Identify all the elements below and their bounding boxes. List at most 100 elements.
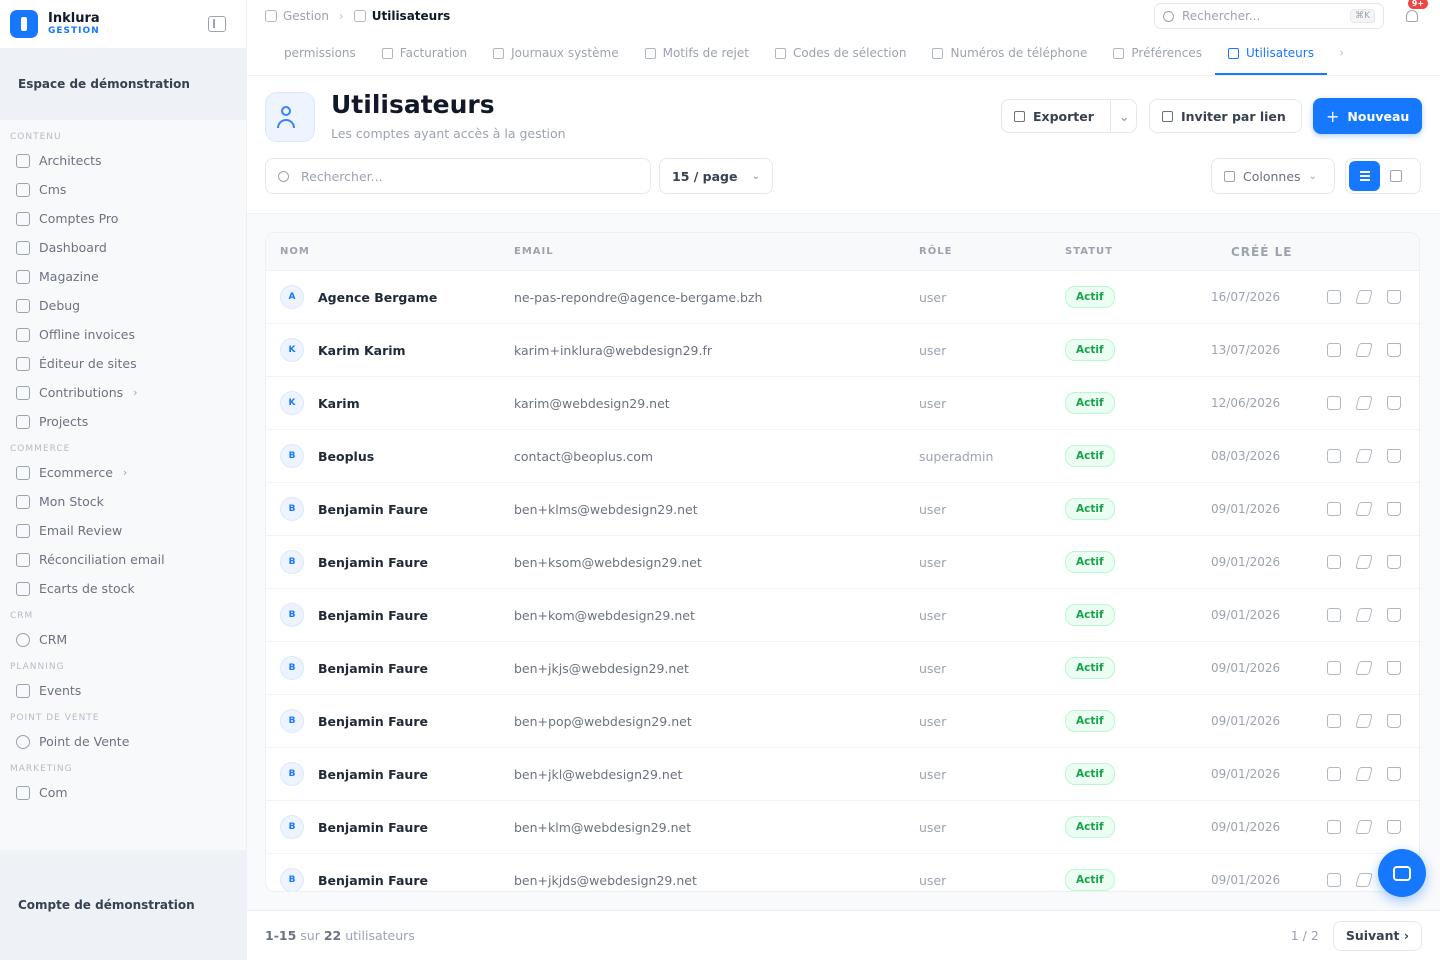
- per-page-select[interactable]: 15 / page ⌄: [659, 158, 773, 194]
- table-row[interactable]: B Benjamin Faure ben+klms@webdesign29.net u…: [266, 483, 1419, 536]
- tab[interactable]: Utilisateurs: [1214, 32, 1327, 75]
- table-row[interactable]: B Benjamin Faure ben+jkjs@webdesign29.net u…: [266, 642, 1419, 695]
- chat-button[interactable]: [1378, 849, 1426, 897]
- tab[interactable]: permissions: [271, 32, 369, 75]
- sidebar-item[interactable]: Ecarts de stock: [0, 574, 246, 603]
- edit-icon[interactable]: [1355, 661, 1373, 675]
- trash-icon[interactable]: [1387, 343, 1401, 357]
- impersonate-icon[interactable]: [1327, 396, 1341, 410]
- sidebar-item[interactable]: Éditeur de sites: [0, 349, 246, 378]
- edit-icon[interactable]: [1355, 820, 1373, 834]
- invite-link-button[interactable]: Inviter par lien: [1149, 99, 1302, 133]
- edit-icon[interactable]: [1355, 714, 1373, 728]
- sidebar-item[interactable]: Point de Vente: [0, 727, 246, 756]
- edit-icon[interactable]: [1355, 449, 1373, 463]
- trash-icon[interactable]: [1387, 396, 1401, 410]
- export-button[interactable]: Exporter: [1001, 99, 1111, 133]
- next-page-button[interactable]: Suivant ›: [1332, 920, 1422, 951]
- sidebar-item[interactable]: Dashboard: [0, 233, 246, 262]
- workspace-switcher[interactable]: Espace de démonstration: [0, 48, 246, 120]
- impersonate-icon[interactable]: [1327, 661, 1341, 675]
- trash-icon[interactable]: [1387, 714, 1401, 728]
- global-search[interactable]: Rechercher... ⌘K: [1154, 3, 1384, 29]
- sidebar-collapse-icon[interactable]: [208, 16, 226, 32]
- tabs-scroll-right-icon[interactable]: ›: [1327, 32, 1344, 75]
- users-search[interactable]: [265, 158, 651, 194]
- sidebar-item[interactable]: Debug: [0, 291, 246, 320]
- header-created[interactable]: CRÉÉ LE: [1211, 245, 1331, 259]
- trash-icon[interactable]: [1387, 502, 1401, 516]
- impersonate-icon[interactable]: [1327, 873, 1341, 887]
- sidebar-item[interactable]: CRM: [0, 625, 246, 654]
- trash-icon[interactable]: [1387, 661, 1401, 675]
- edit-icon[interactable]: [1355, 608, 1373, 622]
- sidebar-item[interactable]: Ecommerce ›: [0, 458, 246, 487]
- user-name: Benjamin Faure: [318, 554, 428, 570]
- impersonate-icon[interactable]: [1327, 343, 1341, 357]
- sidebar-item[interactable]: Architects: [0, 146, 246, 175]
- trash-icon[interactable]: [1387, 449, 1401, 463]
- table-row[interactable]: K Karim Karim karim+inklura@webdesign29.fr…: [266, 324, 1419, 377]
- sidebar-item[interactable]: Email Review: [0, 516, 246, 545]
- tab[interactable]: Numéros de téléphone: [919, 32, 1100, 75]
- impersonate-icon[interactable]: [1327, 449, 1341, 463]
- tab[interactable]: Codes de sélection: [762, 32, 920, 75]
- sidebar-item[interactable]: Magazine: [0, 262, 246, 291]
- table-row[interactable]: A Agence Bergame ne-pas-repondre@agence-be…: [266, 271, 1419, 324]
- trash-icon[interactable]: [1387, 608, 1401, 622]
- table-row[interactable]: B Benjamin Faure ben+ksom@webdesign29.net u…: [266, 536, 1419, 589]
- trash-icon[interactable]: [1387, 767, 1401, 781]
- export-dropdown-button[interactable]: ⌄: [1111, 99, 1137, 133]
- sidebar-item[interactable]: Réconciliation email: [0, 545, 246, 574]
- header-name[interactable]: NOM: [266, 246, 514, 257]
- sidebar-item[interactable]: Projects: [0, 407, 246, 436]
- trash-icon[interactable]: [1387, 555, 1401, 569]
- header-email[interactable]: EMAIL: [514, 246, 919, 257]
- tab[interactable]: Facturation: [369, 32, 480, 75]
- edit-icon[interactable]: [1355, 555, 1373, 569]
- list-view-button[interactable]: [1349, 161, 1380, 191]
- impersonate-icon[interactable]: [1327, 820, 1341, 834]
- edit-icon[interactable]: [1355, 343, 1373, 357]
- edit-icon[interactable]: [1355, 873, 1373, 887]
- tab[interactable]: Préférences: [1100, 32, 1215, 75]
- brand[interactable]: Inklura GESTION: [0, 0, 246, 48]
- table-row[interactable]: B Benjamin Faure ben+jkl@webdesign29.net us…: [266, 748, 1419, 801]
- impersonate-icon[interactable]: [1327, 714, 1341, 728]
- trash-icon[interactable]: [1387, 820, 1401, 834]
- sidebar-item[interactable]: Offline invoices: [0, 320, 246, 349]
- impersonate-icon[interactable]: [1327, 290, 1341, 304]
- header-status[interactable]: STATUT: [1065, 246, 1211, 257]
- edit-icon[interactable]: [1355, 502, 1373, 516]
- header-role[interactable]: RÔLE: [919, 246, 1065, 257]
- grid-view-button[interactable]: [1380, 161, 1411, 191]
- account-switcher[interactable]: Compte de démonstration: [0, 850, 246, 960]
- new-user-button[interactable]: + Nouveau: [1313, 98, 1422, 134]
- table-row[interactable]: B Benjamin Faure ben+pop@webdesign29.net us…: [266, 695, 1419, 748]
- impersonate-icon[interactable]: [1327, 555, 1341, 569]
- breadcrumb-root[interactable]: Gestion: [283, 9, 329, 23]
- impersonate-icon[interactable]: [1327, 608, 1341, 622]
- table-row[interactable]: K Karim karim@webdesign29.net user Actif 12/0…: [266, 377, 1419, 430]
- impersonate-icon[interactable]: [1327, 502, 1341, 516]
- sidebar-item[interactable]: Cms: [0, 175, 246, 204]
- columns-button[interactable]: Colonnes ⌄: [1211, 158, 1335, 194]
- sidebar-item[interactable]: Com: [0, 778, 246, 807]
- sidebar-item[interactable]: Mon Stock: [0, 487, 246, 516]
- sidebar-item[interactable]: Events: [0, 676, 246, 705]
- edit-icon[interactable]: [1355, 767, 1373, 781]
- notifications-button[interactable]: 9+: [1402, 0, 1428, 26]
- edit-icon[interactable]: [1355, 290, 1373, 304]
- sidebar-item[interactable]: Contributions ›: [0, 378, 246, 407]
- users-search-input[interactable]: [301, 168, 621, 184]
- table-row[interactable]: B Beoplus contact@beoplus.com superadmin Act…: [266, 430, 1419, 483]
- tab[interactable]: Motifs de rejet: [632, 32, 762, 75]
- table-row[interactable]: B Benjamin Faure ben+kom@webdesign29.net us…: [266, 589, 1419, 642]
- table-row[interactable]: B Benjamin Faure ben+klm@webdesign29.net us…: [266, 801, 1419, 854]
- impersonate-icon[interactable]: [1327, 767, 1341, 781]
- sidebar-item[interactable]: Comptes Pro: [0, 204, 246, 233]
- edit-icon[interactable]: [1355, 396, 1373, 410]
- trash-icon[interactable]: [1387, 290, 1401, 304]
- tab[interactable]: Journaux système: [480, 32, 631, 75]
- table-row[interactable]: B Benjamin Faure ben+jkjds@webdesign29.net…: [266, 854, 1419, 891]
